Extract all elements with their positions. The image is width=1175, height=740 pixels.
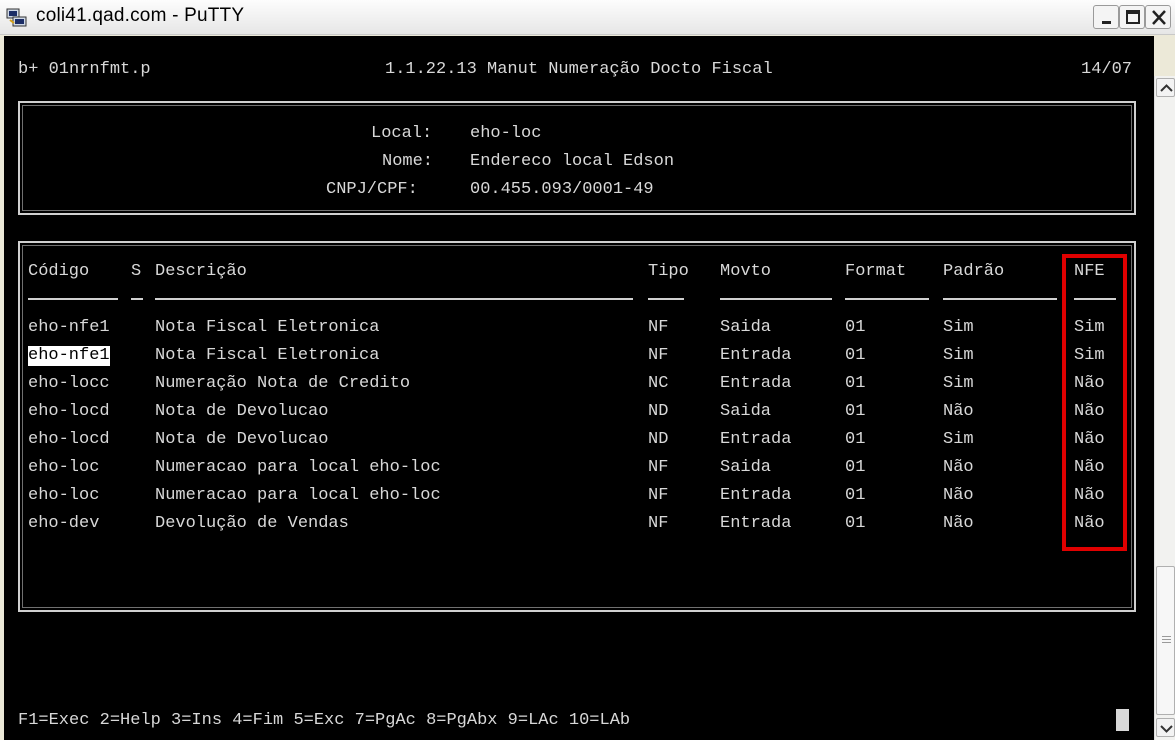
cell-tipo: ND [648,402,669,421]
scroll-up-button[interactable] [1156,78,1175,97]
cell-format: 01 [845,402,866,421]
cell-padrao: Sim [943,346,974,365]
cell-movto: Entrada [720,346,792,365]
cell-format: 01 [845,374,866,393]
cell-descricao: Nota de Devolucao [155,430,329,449]
cell-movto: Saida [720,318,772,337]
col-header-padrao: Padrão [943,262,1005,281]
cell-padrao: Sim [943,318,974,337]
chevron-up-icon [1160,84,1173,92]
maximize-button[interactable] [1119,5,1145,29]
cell-movto: Entrada [720,486,792,505]
title-bar[interactable]: coli41.qad.com - PuTTY [0,0,1175,35]
cell-tipo: NF [648,458,669,477]
col-underline [131,298,143,300]
chevron-down-icon [1160,725,1173,733]
col-underline [720,298,832,300]
col-header-movto: Movto [720,262,772,281]
cell-codigo: eho-loc [28,486,100,505]
cell-codigo: eho-nfe1 [28,318,110,337]
cell-codigo: eho-locc [28,374,110,393]
close-icon [1152,10,1166,25]
cell-tipo: NF [648,318,669,337]
window-title: coli41.qad.com - PuTTY [36,5,245,26]
cell-padrao: Sim [943,430,974,449]
col-header-tipo: Tipo [648,262,689,281]
nome-value: Endereco local Edson [470,152,675,171]
scroll-down-button[interactable] [1156,718,1175,737]
menu-title: 1.1.22.13 Manut Numeração Docto Fiscal [385,60,773,79]
cell-padrao: Não [943,402,974,421]
cell-descricao: Nota de Devolucao [155,402,329,421]
putty-window: coli41.qad.com - PuTTY b+ 01nrnfmt.p 1.1… [0,0,1175,740]
nome-label: Nome: [382,152,434,171]
table-frame [18,241,1136,612]
cell-descricao: Devolução de Vendas [155,514,349,533]
col-underline [845,298,929,300]
cell-padrao: Não [943,486,974,505]
cell-padrao: Não [943,514,974,533]
cell-padrao: Sim [943,374,974,393]
maximize-icon [1126,10,1140,24]
cell-codigo: eho-locd [28,430,110,449]
grip-line [1162,636,1171,637]
cell-descricao: Numeracao para local eho-loc [155,486,441,505]
col-underline [943,298,1057,300]
close-button[interactable] [1145,5,1171,29]
cnpj-label: CNPJ/CPF: [326,180,418,199]
cell-tipo: NF [648,486,669,505]
cell-tipo: NF [648,514,669,533]
text-cursor [1116,709,1129,731]
cell-tipo: NC [648,374,669,393]
nfe-highlight-frame [1062,254,1127,551]
minimize-button[interactable] [1093,5,1119,29]
putty-icon[interactable] [6,8,28,28]
screen-date: 14/07 [1081,60,1133,79]
cell-tipo: NF [648,346,669,365]
cnpj-value: 00.455.093/0001-49 [470,180,654,199]
minimize-icon [1102,21,1111,24]
col-header-descricao: Descrição [155,262,247,281]
col-header-codigo: Código [28,262,90,281]
cell-format: 01 [845,486,866,505]
cell-codigo: eho-locd [28,402,110,421]
col-header-s: S [131,262,142,281]
col-underline [155,298,633,300]
grip-line [1162,642,1171,643]
cell-format: 01 [845,514,866,533]
cell-codigo: eho-dev [28,514,100,533]
scroll-thumb[interactable] [1156,566,1175,715]
cell-descricao: Nota Fiscal Eletronica [155,346,380,365]
col-underline [648,298,684,300]
cell-movto: Entrada [720,374,792,393]
program-name: b+ 01nrnfmt.p [18,60,151,79]
cell-movto: Saida [720,402,772,421]
cell-format: 01 [845,346,866,365]
cell-movto: Saida [720,458,772,477]
cell-format: 01 [845,430,866,449]
cell-format: 01 [845,318,866,337]
cell-codigo: eho-loc [28,458,100,477]
local-value: eho-loc [470,124,542,143]
cell-descricao: Numeração Nota de Credito [155,374,411,393]
vertical-scrollbar[interactable] [1154,76,1175,740]
col-header-format: Format [845,262,907,281]
cell-descricao: Nota Fiscal Eletronica [155,318,380,337]
cell-padrao: Não [943,458,974,477]
cell-format: 01 [845,458,866,477]
cell-tipo: ND [648,430,669,449]
cell-descricao: Numeracao para local eho-loc [155,458,441,477]
local-label: Local: [371,124,433,143]
cell-movto: Entrada [720,430,792,449]
grip-line [1162,639,1171,640]
cell-codigo-selected[interactable]: eho-nfe1 [28,346,110,366]
function-keys-bar: F1=Exec 2=Help 3=Ins 4=Fim 5=Exc 7=PgAc … [18,711,631,730]
cell-movto: Entrada [720,514,792,533]
col-underline [28,298,118,300]
